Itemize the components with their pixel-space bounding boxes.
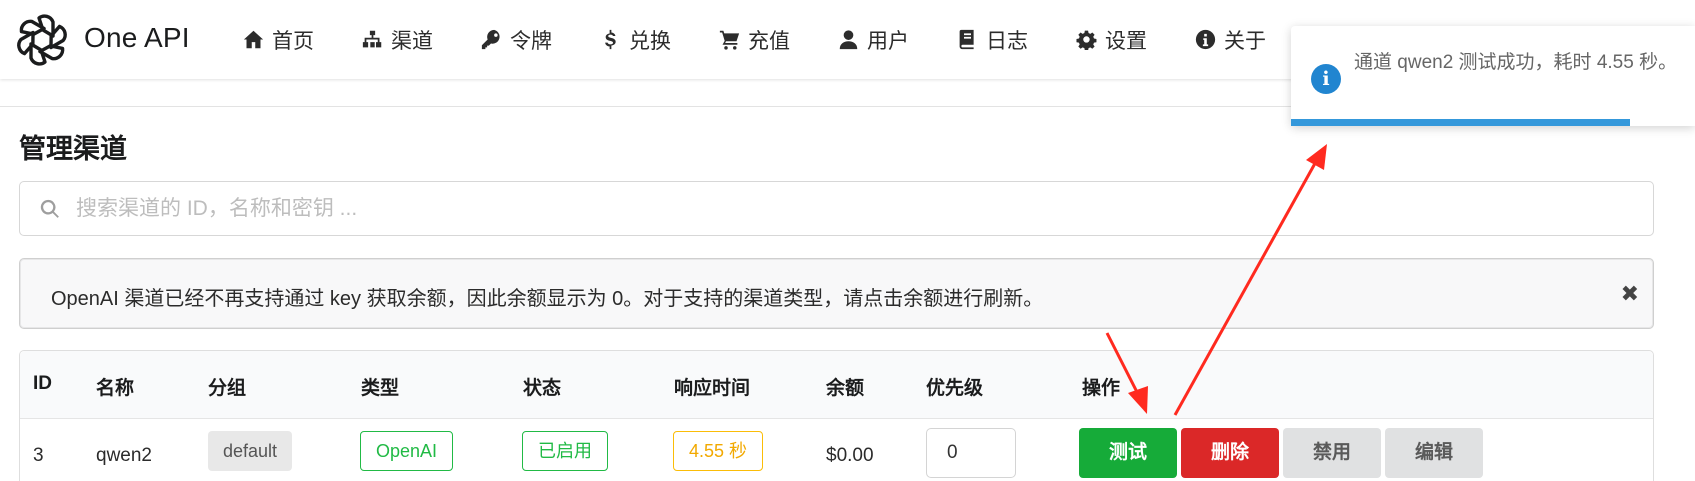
nav-item-label: 令牌	[510, 29, 552, 53]
toast-progress-bar	[1291, 119, 1631, 126]
info-icon	[1195, 29, 1216, 50]
info-message: OpenAI 渠道已经不再支持通过 key 获取余额，因此余额显示为 0。对于支…	[19, 258, 1654, 329]
nav-item-home[interactable]: 首页	[243, 0, 314, 79]
column-header-response-time[interactable]: 响应时间	[674, 373, 750, 400]
disable-button[interactable]: 禁用	[1283, 428, 1381, 478]
dollar-icon	[605, 29, 616, 50]
home-icon	[243, 30, 264, 49]
message-text: OpenAI 渠道已经不再支持通过 key 获取余额，因此余额显示为 0。对于支…	[51, 288, 1044, 310]
search-input[interactable]	[76, 182, 1636, 235]
priority-input[interactable]	[926, 428, 1016, 478]
nav-item-topup[interactable]: 充值	[719, 0, 790, 79]
main-nav: 首页 渠道 令牌 兑换 充值 用户 日志 设置 关于	[243, 0, 1314, 79]
nav-item-label: 兑换	[629, 29, 671, 53]
test-button[interactable]: 测试	[1079, 428, 1177, 478]
key-icon	[481, 29, 500, 50]
search-icon	[40, 199, 59, 218]
cell-name: qwen2	[96, 445, 152, 466]
response-time-badge[interactable]: 4.55 秒	[673, 431, 764, 471]
nav-item-label: 首页	[272, 29, 314, 53]
group-badge: default	[208, 431, 293, 471]
toast-notification[interactable]: i 通道 qwen2 测试成功，耗时 4.55 秒。	[1291, 26, 1695, 126]
column-header-status[interactable]: 状态	[523, 373, 561, 400]
column-header-balance[interactable]: 余额	[826, 373, 864, 400]
column-header-actions: 操作	[1082, 378, 1121, 399]
nav-item-logs[interactable]: 日志	[957, 0, 1028, 79]
delete-button[interactable]: 删除	[1181, 428, 1279, 478]
column-header-name[interactable]: 名称	[96, 373, 134, 400]
user-icon	[839, 30, 858, 50]
sitemap-icon	[362, 30, 382, 48]
channels-table: ID 名称 分组 类型 状态 响应时间 余额 优先级 操作 3 qwen2 de…	[19, 350, 1654, 481]
edit-button[interactable]: 编辑	[1385, 428, 1483, 478]
nav-item-label: 设置	[1105, 29, 1147, 53]
nav-item-label: 充值	[748, 29, 790, 53]
search-box	[19, 181, 1654, 236]
nav-item-tokens[interactable]: 令牌	[481, 0, 552, 79]
column-header-group[interactable]: 分组	[208, 373, 246, 400]
column-header-type[interactable]: 类型	[361, 373, 399, 400]
cart-icon	[719, 30, 740, 50]
column-header-priority[interactable]: 优先级	[926, 373, 983, 400]
nav-item-channels[interactable]: 渠道	[362, 0, 433, 79]
brand-name[interactable]: One API	[84, 22, 190, 54]
status-badge: 已启用	[522, 431, 608, 471]
page-title: 管理渠道	[19, 134, 127, 164]
cell-id: 3	[33, 445, 44, 466]
column-header-id[interactable]: ID	[33, 373, 52, 395]
nav-item-users[interactable]: 用户	[838, 0, 909, 79]
gear-icon	[1076, 30, 1097, 50]
close-icon[interactable]: ✖	[1621, 281, 1639, 307]
nav-item-redeem[interactable]: 兑换	[600, 0, 671, 79]
type-badge: OpenAI	[360, 431, 454, 471]
openai-logo-icon[interactable]	[14, 12, 70, 68]
nav-item-label: 关于	[1224, 29, 1266, 53]
table-header: ID 名称 分组 类型 状态 响应时间 余额 优先级 操作	[20, 351, 1653, 419]
info-icon: i	[1311, 64, 1341, 94]
balance-value[interactable]: $0.00	[826, 445, 874, 467]
nav-item-label: 用户	[867, 29, 909, 53]
book-icon	[959, 29, 974, 50]
nav-item-label: 渠道	[391, 29, 433, 53]
nav-item-label: 日志	[986, 29, 1028, 53]
toast-message: 通道 qwen2 测试成功，耗时 4.55 秒。	[1354, 52, 1678, 73]
nav-item-settings[interactable]: 设置	[1076, 0, 1147, 79]
nav-item-about[interactable]: 关于	[1195, 0, 1266, 79]
